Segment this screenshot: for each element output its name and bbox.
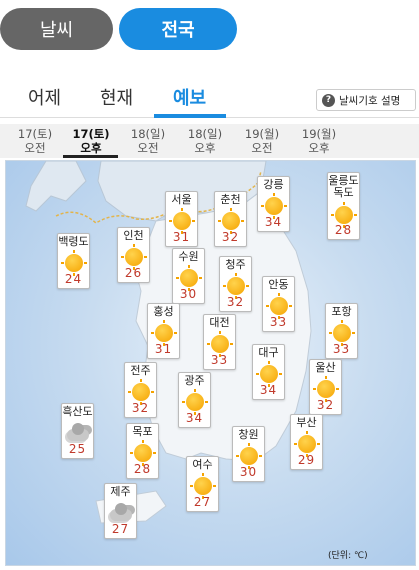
city-temp: 27 xyxy=(193,495,212,509)
city-card-pohang[interactable]: 포항 33 xyxy=(325,303,358,359)
weather-forecast-page: 날씨 전국 어제 현재 예보 ? 날씨기호 설명 17(토) 오전 17(토) 오후… xyxy=(0,0,419,570)
time-slot-period: 오후 xyxy=(308,141,330,155)
city-name: 백령도 xyxy=(58,235,89,248)
time-slot-active[interactable]: 17(토) 오후 xyxy=(63,127,119,155)
time-slot-date: 17(토) xyxy=(72,127,110,141)
time-slot-period: 오후 xyxy=(194,141,216,155)
time-slot[interactable]: 19(월) 오후 xyxy=(291,127,347,155)
nation-tab-button[interactable]: 전국 xyxy=(119,8,237,50)
city-temp: 24 xyxy=(64,272,83,286)
time-slot-period: 오전 xyxy=(251,141,273,155)
city-card-incheon[interactable]: 인천 26 xyxy=(117,227,150,283)
tab-now[interactable]: 현재 xyxy=(100,84,133,110)
city-name: 부산 xyxy=(296,416,317,429)
city-name: 울릉도 독도 xyxy=(328,175,359,199)
city-name: 흑산도 xyxy=(62,405,93,418)
city-temp: 26 xyxy=(124,266,143,280)
weather-symbol-help-button[interactable]: ? 날씨기호 설명 xyxy=(316,89,416,111)
city-name: 전주 xyxy=(130,364,151,377)
city-temp: 30 xyxy=(239,465,258,479)
city-card-cheongju[interactable]: 청주 32 xyxy=(219,256,252,312)
city-name: 서울 xyxy=(171,193,192,206)
city-card-seoul[interactable]: 서울 31 xyxy=(165,191,198,247)
city-temp: 32 xyxy=(131,401,150,415)
city-card-changwon[interactable]: 창원 30 xyxy=(232,426,265,482)
weather-map: 서울 31 춘천 32 강릉 34 울릉도독도 28 백령도 24 인천 26 xyxy=(5,160,416,566)
city-card-suwon[interactable]: 수원 30 xyxy=(172,248,205,304)
city-card-jeonju[interactable]: 전주 32 xyxy=(124,362,157,418)
question-icon: ? xyxy=(322,93,335,107)
city-temp: 32 xyxy=(226,295,245,309)
active-tab-indicator xyxy=(154,114,226,118)
city-temp: 30 xyxy=(179,287,198,301)
city-temp: 25 xyxy=(68,442,87,456)
tab-yesterday[interactable]: 어제 xyxy=(28,84,61,110)
time-slot-period: 오후 xyxy=(80,141,102,155)
city-temp: 28 xyxy=(334,223,353,237)
city-card-ulsan[interactable]: 울산 32 xyxy=(309,359,342,415)
city-name: 인천 xyxy=(123,229,144,242)
city-temp: 34 xyxy=(185,411,204,425)
city-card-hongseong[interactable]: 홍성 31 xyxy=(147,303,180,359)
active-time-indicator xyxy=(63,155,118,158)
city-card-busan[interactable]: 부산 29 xyxy=(290,414,323,470)
time-slot[interactable]: 18(일) 오후 xyxy=(177,127,233,155)
city-card-baengnyeongdo[interactable]: 백령도 24 xyxy=(57,233,90,289)
city-name: 포항 xyxy=(331,305,352,318)
time-slot-period: 오전 xyxy=(137,141,159,155)
time-slot-date: 19(월) xyxy=(301,127,337,141)
city-card-heuksando[interactable]: 흑산도 25 xyxy=(61,403,94,459)
city-name: 홍성 xyxy=(153,305,174,318)
city-name: 제주 xyxy=(110,485,131,498)
city-card-ulleungdo-dokdo[interactable]: 울릉도 독도 28 xyxy=(327,172,360,240)
time-slot[interactable]: 17(토) 오전 xyxy=(7,127,63,155)
help-button-label: 날씨기호 설명 xyxy=(339,94,401,107)
weather-tab-button[interactable]: 날씨 xyxy=(0,8,113,50)
time-slot-date: 17(토) xyxy=(17,127,53,141)
tab-forecast[interactable]: 예보 xyxy=(173,84,206,110)
city-temp: 28 xyxy=(133,462,152,476)
city-temp: 33 xyxy=(332,342,351,356)
city-name: 대전 xyxy=(209,316,230,329)
city-temp: 32 xyxy=(221,230,240,244)
city-name: 청주 xyxy=(225,258,246,271)
city-card-gwangju[interactable]: 광주 34 xyxy=(178,372,211,428)
city-name: 여수 xyxy=(192,458,213,471)
city-temp: 33 xyxy=(210,353,229,367)
city-name: 춘천 xyxy=(220,193,241,206)
city-temp: 27 xyxy=(111,522,130,536)
city-temp: 34 xyxy=(264,215,283,229)
city-temp: 31 xyxy=(154,342,173,356)
city-card-gangneung[interactable]: 강릉 34 xyxy=(257,176,290,232)
city-temp: 32 xyxy=(316,398,335,412)
city-card-daegu[interactable]: 대구 34 xyxy=(252,344,285,400)
city-card-chuncheon[interactable]: 춘천 32 xyxy=(214,191,247,247)
city-card-daejeon[interactable]: 대전 33 xyxy=(203,314,236,370)
city-name: 울산 xyxy=(315,361,336,374)
city-temp: 33 xyxy=(269,315,288,329)
city-name: 강릉 xyxy=(263,178,284,191)
city-card-mokpo[interactable]: 목포 28 xyxy=(126,423,159,479)
city-name: 광주 xyxy=(184,374,205,387)
city-temp: 34 xyxy=(259,383,278,397)
unit-label: (단위: ℃) xyxy=(328,551,368,561)
city-temp: 31 xyxy=(172,230,191,244)
city-card-yeosu[interactable]: 여수 27 xyxy=(186,456,219,512)
city-name: 대구 xyxy=(258,346,279,359)
city-temp: 29 xyxy=(297,453,316,467)
city-name: 수원 xyxy=(178,250,199,263)
time-slot-date: 19(월) xyxy=(244,127,280,141)
time-slot[interactable]: 18(일) 오전 xyxy=(120,127,176,155)
time-slot-date: 18(일) xyxy=(130,127,166,141)
city-card-jeju[interactable]: 제주 27 xyxy=(104,483,137,539)
city-name: 안동 xyxy=(268,278,289,291)
city-card-andong[interactable]: 안동 33 xyxy=(262,276,295,332)
city-name-line2: 독도 xyxy=(333,186,354,199)
time-slot-period: 오전 xyxy=(24,141,46,155)
time-slot-date: 18(일) xyxy=(187,127,223,141)
city-name: 창원 xyxy=(238,428,259,441)
city-name: 목포 xyxy=(132,425,153,438)
time-slot[interactable]: 19(월) 오전 xyxy=(234,127,290,155)
time-selector: 17(토) 오전 17(토) 오후 18(일) 오전 18(일) 오후 19(월) 오전 … xyxy=(0,124,419,158)
